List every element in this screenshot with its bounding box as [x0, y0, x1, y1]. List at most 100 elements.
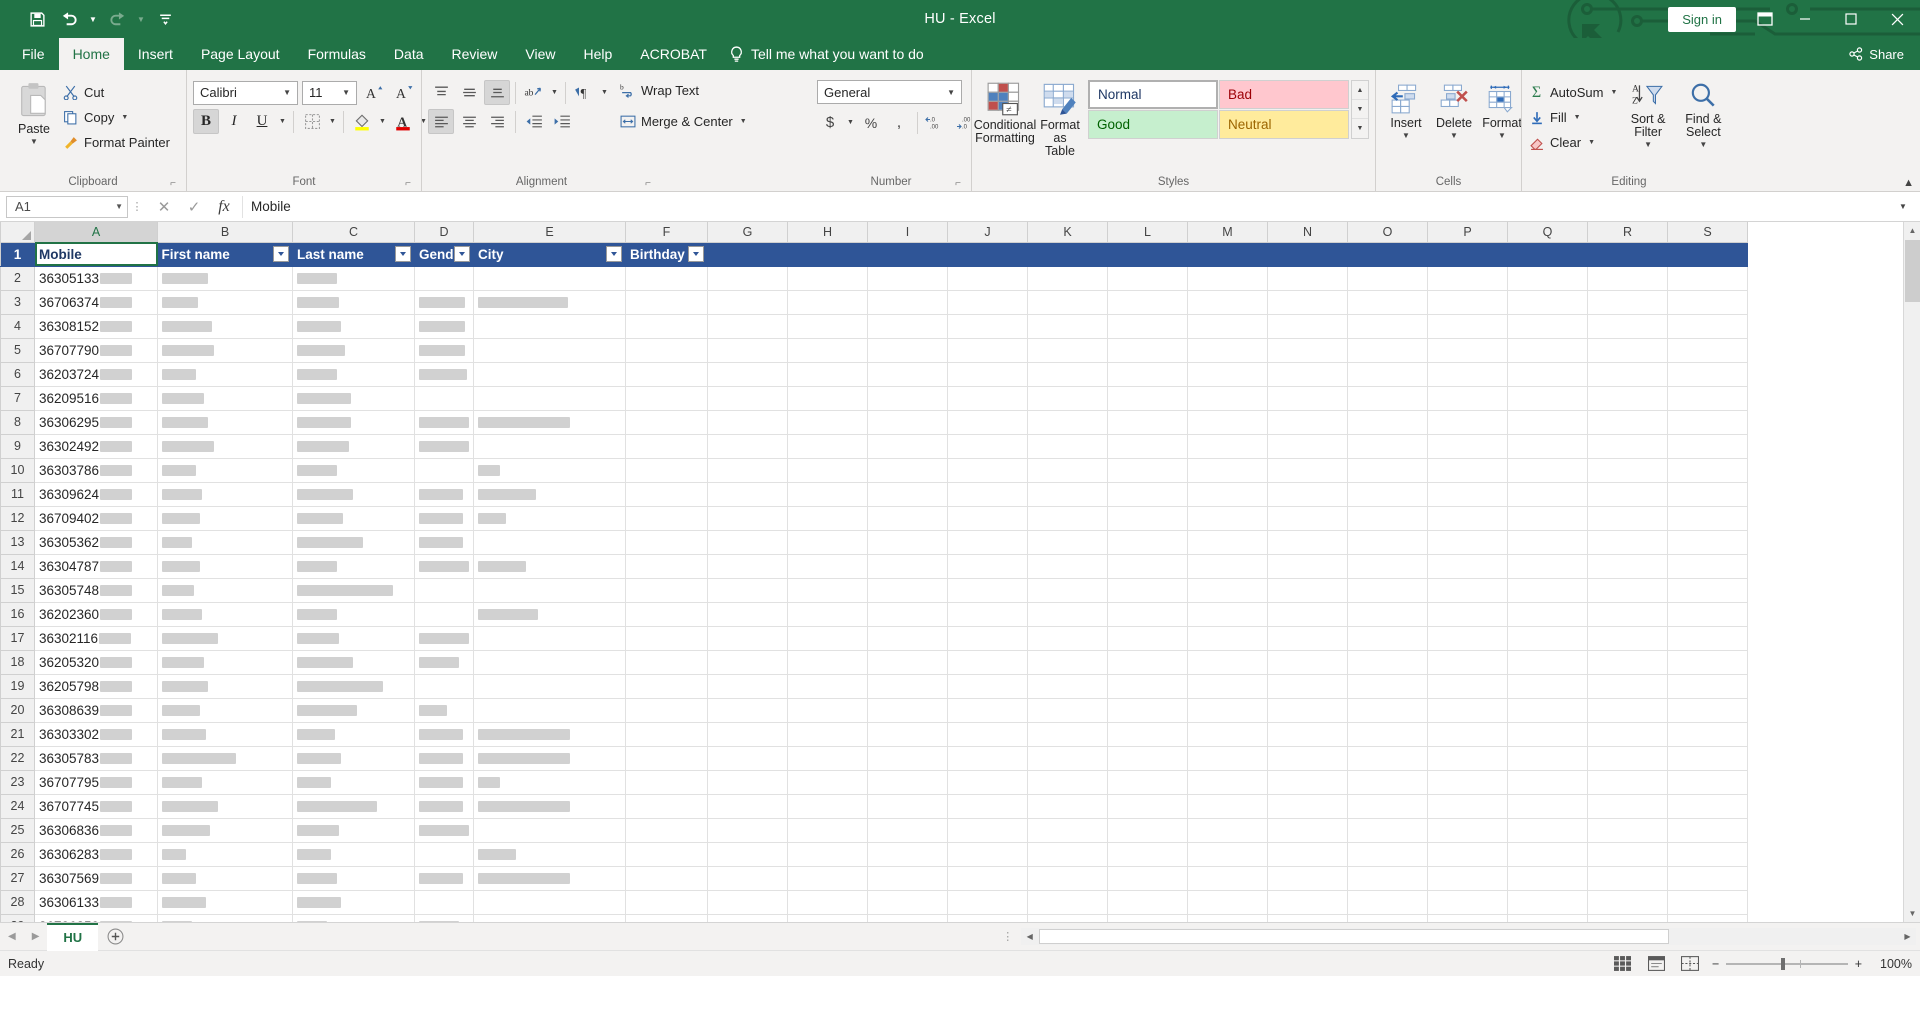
cell-empty[interactable] — [1667, 554, 1748, 579]
row-header-19[interactable]: 19 — [0, 673, 35, 699]
quick-access-toolbar[interactable]: ▼ ▼ — [0, 5, 180, 33]
cell-empty[interactable] — [1027, 338, 1108, 363]
conditional-formatting-button[interactable]: ≠ Conditional Formatting — [974, 78, 1036, 149]
cell-gender[interactable] — [414, 578, 474, 603]
paste-dropdown-icon[interactable]: ▼ — [30, 137, 38, 146]
cell-empty[interactable] — [1427, 626, 1508, 651]
minimize-button[interactable] — [1782, 0, 1828, 38]
cell-birthday[interactable] — [625, 266, 708, 291]
cell-empty[interactable] — [1107, 482, 1188, 507]
underline-button[interactable]: U — [249, 109, 275, 134]
cell-empty[interactable] — [1027, 482, 1108, 507]
cell-birthday[interactable] — [625, 770, 708, 795]
cell-empty[interactable] — [1267, 914, 1348, 922]
cell-empty[interactable] — [867, 506, 948, 531]
cell-empty[interactable] — [947, 314, 1028, 339]
cell-empty[interactable] — [1667, 746, 1748, 771]
cell-empty[interactable] — [707, 458, 788, 483]
cell-empty[interactable] — [1507, 290, 1588, 315]
row-header-27[interactable]: 27 — [0, 865, 35, 891]
row-header-12[interactable]: 12 — [0, 505, 35, 531]
chevron-down-icon[interactable]: ▼ — [339, 88, 353, 97]
cell-empty[interactable] — [1427, 578, 1508, 603]
cell-empty[interactable] — [1587, 890, 1668, 915]
cell-empty[interactable] — [1187, 506, 1268, 531]
tab-review[interactable]: Review — [438, 38, 512, 70]
cell-empty[interactable] — [1027, 890, 1108, 915]
cell-birthday[interactable] — [625, 722, 708, 747]
clear-button[interactable]: Clear ▼ — [1528, 130, 1619, 155]
cell-empty[interactable] — [1507, 554, 1588, 579]
cell-first-name[interactable] — [157, 290, 293, 315]
cell-empty[interactable] — [1107, 530, 1188, 555]
cell-empty[interactable] — [1507, 434, 1588, 459]
tab-page-layout[interactable]: Page Layout — [187, 38, 294, 70]
cell-empty[interactable] — [1347, 338, 1428, 363]
cell-empty[interactable] — [1427, 818, 1508, 843]
cell-city[interactable] — [473, 674, 626, 699]
autosum-button[interactable]: Σ AutoSum ▼ — [1528, 80, 1619, 105]
cell-first-name[interactable] — [157, 554, 293, 579]
cell-empty[interactable] — [1507, 602, 1588, 627]
cell-M1[interactable] — [1187, 242, 1268, 267]
column-header-D[interactable]: D — [414, 222, 474, 243]
cell-empty[interactable] — [787, 314, 868, 339]
delete-dropdown-icon[interactable]: ▼ — [1450, 131, 1458, 140]
table-row[interactable]: 2 36305133 — [0, 265, 1748, 291]
cell-last-name[interactable] — [292, 866, 415, 891]
cell-empty[interactable] — [1187, 290, 1268, 315]
cell-empty[interactable] — [867, 746, 948, 771]
cell-empty[interactable] — [947, 818, 1028, 843]
cell-gender[interactable] — [414, 650, 474, 675]
cell-empty[interactable] — [1107, 650, 1188, 675]
row-header-23[interactable]: 23 — [0, 769, 35, 795]
grid-data-rows[interactable]: 2 36305133 3 36706374 4 36308152 5 36707790 6 362… — [0, 265, 1748, 922]
cancel-icon[interactable]: ✕ — [150, 196, 178, 218]
cell-mobile[interactable]: 36309624 — [34, 482, 158, 507]
tab-file[interactable]: File — [8, 38, 59, 70]
cell-empty[interactable] — [707, 338, 788, 363]
cell-empty[interactable] — [1347, 674, 1428, 699]
cell-birthday[interactable] — [625, 578, 708, 603]
cell-empty[interactable] — [1507, 650, 1588, 675]
cell-empty[interactable] — [1267, 386, 1348, 411]
row-header-8[interactable]: 8 — [0, 409, 35, 435]
cell-empty[interactable] — [1187, 890, 1268, 915]
cell-empty[interactable] — [707, 866, 788, 891]
format-cells-button[interactable]: Format ▼ — [1478, 80, 1526, 144]
cell-empty[interactable] — [1347, 770, 1428, 795]
cell-empty[interactable] — [947, 434, 1028, 459]
cell-empty[interactable] — [787, 866, 868, 891]
enter-icon[interactable]: ✓ — [180, 196, 208, 218]
cell-O1[interactable] — [1347, 242, 1428, 267]
cell-empty[interactable] — [1427, 362, 1508, 387]
cell-empty[interactable] — [787, 410, 868, 435]
insert-cells-button[interactable]: Insert ▼ — [1382, 80, 1430, 144]
cell-gender[interactable] — [414, 626, 474, 651]
styles-gallery-scroll[interactable]: ▲ ▼ ▼ — [1351, 80, 1369, 139]
cell-empty[interactable] — [707, 890, 788, 915]
cell-empty[interactable] — [867, 578, 948, 603]
cell-empty[interactable] — [1187, 530, 1268, 555]
table-header-row[interactable]: 1 Mobile First name Last name Gender Cit… — [0, 241, 1748, 267]
sort-filter-dropdown-icon[interactable]: ▼ — [1644, 140, 1652, 149]
row-header-29[interactable]: 29 — [0, 913, 35, 922]
cell-empty[interactable] — [1347, 698, 1428, 723]
cell-last-name[interactable] — [292, 602, 415, 627]
cell-birthday[interactable] — [625, 650, 708, 675]
cell-city[interactable] — [473, 794, 626, 819]
cell-birthday[interactable] — [625, 506, 708, 531]
cell-empty[interactable] — [1187, 626, 1268, 651]
zoom-in-icon[interactable]: + — [1855, 957, 1862, 971]
cell-empty[interactable] — [1027, 458, 1108, 483]
spreadsheet-grid[interactable]: A B C D E F G H I J K L M N O P Q R S 1 … — [0, 222, 1920, 922]
cell-empty[interactable] — [867, 386, 948, 411]
share-button[interactable]: Share — [1848, 38, 1920, 70]
cell-last-name[interactable] — [292, 554, 415, 579]
cell-empty[interactable] — [1667, 338, 1748, 363]
cell-empty[interactable] — [1267, 626, 1348, 651]
cell-empty[interactable] — [1267, 554, 1348, 579]
cell-city[interactable] — [473, 434, 626, 459]
table-row[interactable]: 17 36302116 — [0, 625, 1748, 651]
page-break-preview-button[interactable] — [1678, 954, 1702, 974]
